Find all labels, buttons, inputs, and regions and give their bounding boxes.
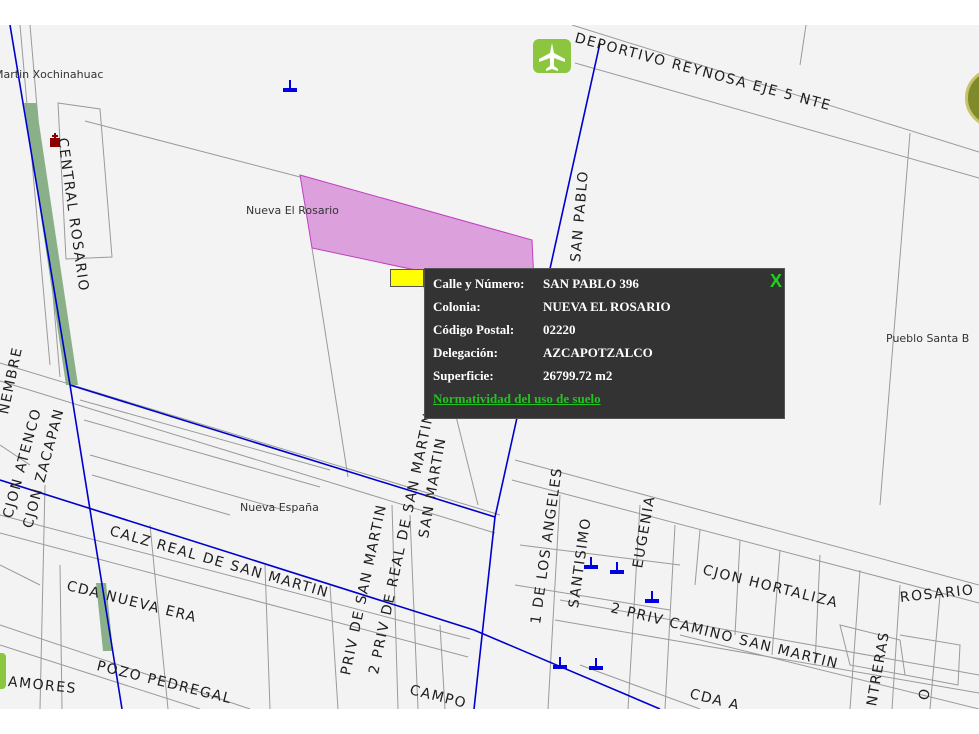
info-row-delegacion: Delegación: AZCAPOTZALCO [433,345,653,361]
info-value: SAN PABLO 396 [543,276,639,291]
info-value: 02220 [543,322,576,337]
street-label-o: O [916,686,935,702]
info-row-address: Calle y Número: SAN PABLO 396 [433,276,639,292]
poi-marker-icon[interactable] [283,80,297,92]
close-popup-button[interactable]: X [770,271,782,292]
info-label: Colonia: [433,299,481,314]
land-use-regulation-link[interactable]: Normatividad del uso de suelo [433,391,601,407]
info-row-colonia: Colonia: NUEVA EL ROSARIO [433,299,671,315]
poi-marker-icon[interactable] [645,591,659,603]
info-label: Superficie: [433,368,494,383]
info-value: AZCAPOTZALCO [543,345,653,360]
neighborhood-label-nueva-espana: Nueva España [240,501,319,514]
airport-icon[interactable] [533,39,571,73]
church-icon[interactable] [49,133,61,147]
neighborhood-label-pueblo-santa: Pueblo Santa B [886,332,970,345]
info-label: Código Postal: [433,322,515,337]
map-canvas[interactable]: DEPORTIVO REYNOSA EJE 5 NTE CENTRAL ROSA… [0,25,979,709]
neighborhood-label-xochinahuac: Martin Xochinahuac [0,68,104,81]
info-label: Delegación: [433,345,498,360]
info-value: 26799.72 m2 [543,368,613,383]
poi-marker-icon[interactable] [589,658,603,670]
info-value: NUEVA EL ROSARIO [543,299,671,314]
parcel-info-popup: X Calle y Número: SAN PABLO 396 Colonia: N… [424,268,785,419]
poi-marker-icon[interactable] [610,562,624,574]
poi-marker-icon[interactable] [553,657,567,669]
poi-marker-icon[interactable] [584,557,598,569]
selected-location-marker[interactable] [390,269,424,287]
neighborhood-label-nueva-el-rosario: Nueva El Rosario [246,204,339,217]
info-row-postal-code: Código Postal: 02220 [433,322,576,338]
info-label: Calle y Número: [433,276,525,291]
info-row-superficie: Superficie: 26799.72 m2 [433,368,612,384]
selected-parcel[interactable] [299,174,535,284]
left-edge-badge-icon [0,653,6,689]
